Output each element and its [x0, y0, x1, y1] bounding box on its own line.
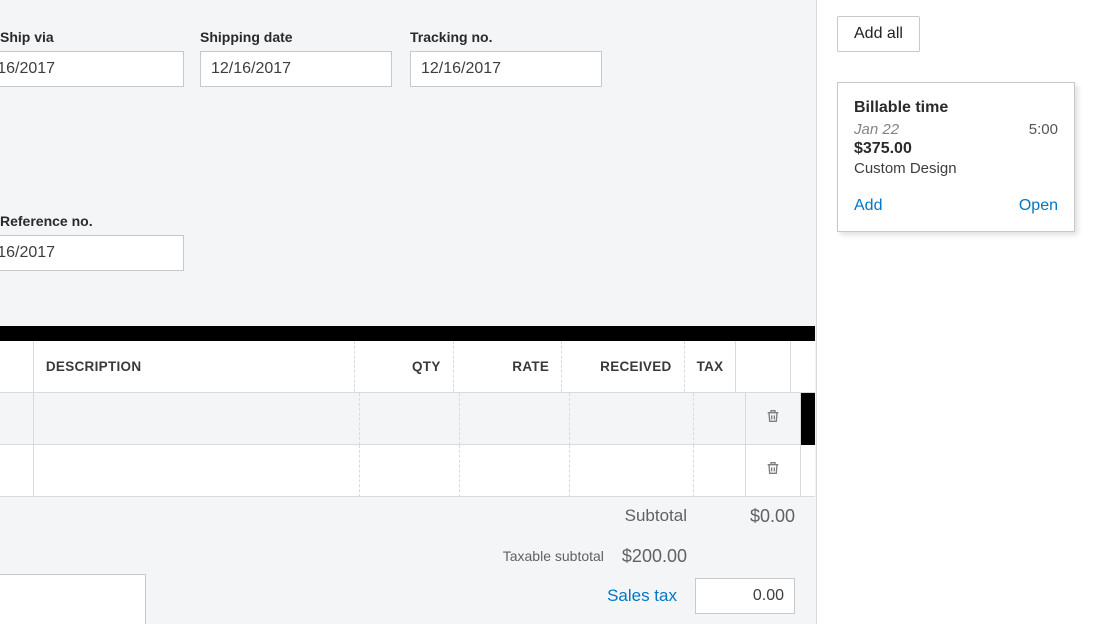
line-items-table: DESCRIPTION QTY RATE RECEIVED TAX	[0, 326, 815, 497]
ship-via-label: Ship via	[0, 29, 194, 45]
add-all-button[interactable]: Add all	[837, 16, 920, 52]
side-panel: Add all Billable time Jan 22 5:00 $375.0…	[816, 0, 1104, 624]
shipping-date-label: Shipping date	[200, 29, 392, 45]
col-received: RECEIVED	[562, 341, 684, 392]
taxable-subtotal-value: $200.00	[622, 546, 687, 567]
shipping-date-input[interactable]	[200, 51, 392, 87]
sales-tax-link[interactable]: Sales tax	[607, 586, 677, 606]
reference-no-label: Reference no.	[0, 213, 194, 229]
col-tax: TAX	[685, 341, 737, 392]
sales-tax-input[interactable]	[695, 578, 795, 614]
reference-no-input[interactable]	[0, 235, 184, 271]
trash-icon[interactable]	[765, 459, 781, 482]
tracking-no-label: Tracking no.	[410, 29, 602, 45]
ship-via-input[interactable]	[0, 51, 184, 87]
table-row[interactable]	[0, 393, 815, 445]
card-date: Jan 22	[854, 121, 899, 138]
table-row[interactable]	[0, 445, 815, 497]
lower-left-box	[0, 574, 146, 624]
col-rate: RATE	[454, 341, 563, 392]
card-title: Billable time	[854, 99, 1058, 117]
card-open-link[interactable]: Open	[1019, 197, 1058, 215]
card-amount: $375.00	[854, 140, 1058, 158]
col-qty: QTY	[355, 341, 454, 392]
trash-icon[interactable]	[765, 407, 781, 430]
taxable-subtotal-label: Taxable subtotal	[503, 548, 604, 564]
card-hours: 5:00	[1029, 121, 1058, 138]
card-add-link[interactable]: Add	[854, 197, 882, 215]
card-description: Custom Design	[854, 160, 1058, 177]
subtotal-value: $0.00	[705, 506, 795, 527]
col-description: DESCRIPTION	[34, 341, 355, 392]
billable-time-card: Billable time Jan 22 5:00 $375.00 Custom…	[837, 82, 1075, 232]
subtotal-label: Subtotal	[625, 506, 687, 526]
tracking-no-input[interactable]	[410, 51, 602, 87]
